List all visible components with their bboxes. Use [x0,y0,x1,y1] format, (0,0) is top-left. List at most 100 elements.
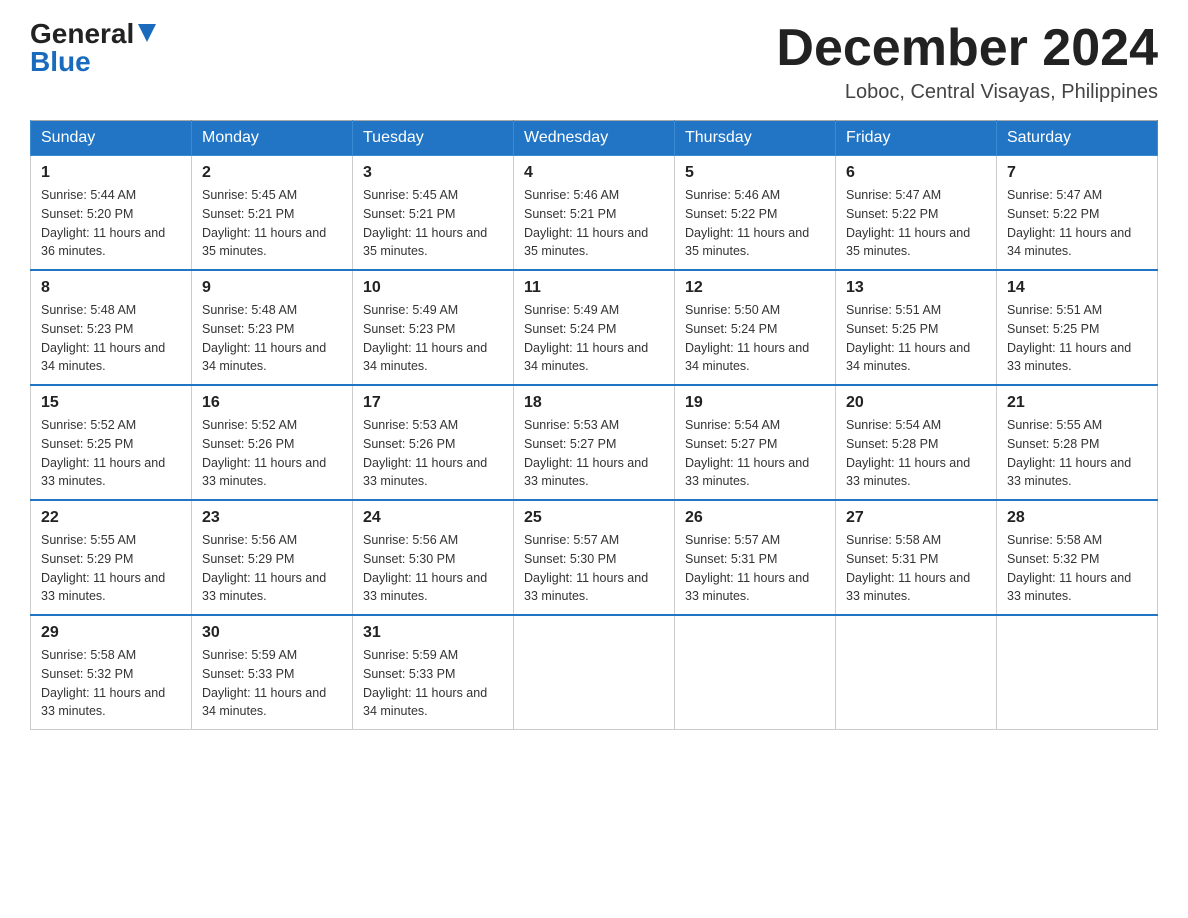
calendar-cell: 11Sunrise: 5:49 AMSunset: 5:24 PMDayligh… [514,270,675,385]
calendar-table: SundayMondayTuesdayWednesdayThursdayFrid… [30,120,1158,730]
calendar-cell [514,615,675,730]
calendar-week-row: 1 Sunrise: 5:44 AMSunset: 5:20 PMDaylight… [31,156,1158,271]
day-info: Sunrise: 5:53 AMSunset: 5:26 PMDaylight:… [363,416,503,491]
day-info: Sunrise: 5:51 AMSunset: 5:25 PMDaylight:… [1007,301,1147,376]
day-number: 3 [363,164,503,182]
day-info: Sunrise: 5:54 AMSunset: 5:28 PMDaylight:… [846,416,986,491]
calendar-week-row: 15Sunrise: 5:52 AMSunset: 5:25 PMDayligh… [31,385,1158,500]
day-info: Sunrise: 5:54 AMSunset: 5:27 PMDaylight:… [685,416,825,491]
calendar-cell: 8Sunrise: 5:48 AMSunset: 5:23 PMDaylight… [31,270,192,385]
column-header-wednesday: Wednesday [514,121,675,156]
day-number: 30 [202,624,342,642]
day-number: 24 [363,509,503,527]
day-number: 5 [685,164,825,182]
day-info: Sunrise: 5:53 AMSunset: 5:27 PMDaylight:… [524,416,664,491]
day-number: 26 [685,509,825,527]
calendar-cell: 18Sunrise: 5:53 AMSunset: 5:27 PMDayligh… [514,385,675,500]
calendar-cell: 2 Sunrise: 5:45 AMSunset: 5:21 PMDaylight… [192,156,353,271]
day-number: 16 [202,394,342,412]
location-text: Loboc, Central Visayas, Philippines [776,81,1158,104]
calendar-cell [675,615,836,730]
day-info: Sunrise: 5:49 AMSunset: 5:24 PMDaylight:… [524,301,664,376]
day-number: 27 [846,509,986,527]
calendar-cell [836,615,997,730]
column-header-sunday: Sunday [31,121,192,156]
day-info: Sunrise: 5:57 AMSunset: 5:30 PMDaylight:… [524,531,664,606]
day-info: Sunrise: 5:58 AMSunset: 5:32 PMDaylight:… [1007,531,1147,606]
day-info: Sunrise: 5:47 AMSunset: 5:22 PMDaylight:… [1007,186,1147,261]
day-info: Sunrise: 5:46 AMSunset: 5:22 PMDaylight:… [685,186,825,261]
day-number: 23 [202,509,342,527]
calendar-cell: 12 Sunrise: 5:50 AMSunset: 5:24 PMDayligh… [675,270,836,385]
day-info: Sunrise: 5:59 AMSunset: 5:33 PMDaylight:… [202,646,342,721]
calendar-cell: 25 Sunrise: 5:57 AMSunset: 5:30 PMDayligh… [514,500,675,615]
calendar-cell: 5 Sunrise: 5:46 AMSunset: 5:22 PMDaylight… [675,156,836,271]
title-section: December 2024 Loboc, Central Visayas, Ph… [776,20,1158,104]
day-number: 17 [363,394,503,412]
column-header-friday: Friday [836,121,997,156]
calendar-cell: 30 Sunrise: 5:59 AMSunset: 5:33 PMDayligh… [192,615,353,730]
day-number: 31 [363,624,503,642]
day-info: Sunrise: 5:45 AMSunset: 5:21 PMDaylight:… [202,186,342,261]
day-info: Sunrise: 5:50 AMSunset: 5:24 PMDaylight:… [685,301,825,376]
day-number: 22 [41,509,181,527]
day-info: Sunrise: 5:46 AMSunset: 5:21 PMDaylight:… [524,186,664,261]
day-number: 10 [363,279,503,297]
day-number: 9 [202,279,342,297]
day-number: 12 [685,279,825,297]
day-info: Sunrise: 5:56 AMSunset: 5:30 PMDaylight:… [363,531,503,606]
calendar-cell: 16Sunrise: 5:52 AMSunset: 5:26 PMDayligh… [192,385,353,500]
calendar-cell: 15Sunrise: 5:52 AMSunset: 5:25 PMDayligh… [31,385,192,500]
day-info: Sunrise: 5:58 AMSunset: 5:31 PMDaylight:… [846,531,986,606]
day-info: Sunrise: 5:48 AMSunset: 5:23 PMDaylight:… [41,301,181,376]
calendar-cell: 4Sunrise: 5:46 AMSunset: 5:21 PMDaylight… [514,156,675,271]
column-header-thursday: Thursday [675,121,836,156]
day-number: 25 [524,509,664,527]
day-number: 1 [41,164,181,182]
calendar-cell: 24 Sunrise: 5:56 AMSunset: 5:30 PMDayligh… [353,500,514,615]
day-number: 6 [846,164,986,182]
calendar-cell [997,615,1158,730]
day-number: 15 [41,394,181,412]
calendar-cell: 31 Sunrise: 5:59 AMSunset: 5:33 PMDayligh… [353,615,514,730]
calendar-cell: 7 Sunrise: 5:47 AMSunset: 5:22 PMDaylight… [997,156,1158,271]
calendar-cell: 17 Sunrise: 5:53 AMSunset: 5:26 PMDayligh… [353,385,514,500]
day-number: 2 [202,164,342,182]
day-info: Sunrise: 5:58 AMSunset: 5:32 PMDaylight:… [41,646,181,721]
day-info: Sunrise: 5:55 AMSunset: 5:28 PMDaylight:… [1007,416,1147,491]
day-number: 21 [1007,394,1147,412]
calendar-cell: 14 Sunrise: 5:51 AMSunset: 5:25 PMDayligh… [997,270,1158,385]
day-info: Sunrise: 5:57 AMSunset: 5:31 PMDaylight:… [685,531,825,606]
logo-general-text: General [30,20,134,48]
calendar-cell: 27 Sunrise: 5:58 AMSunset: 5:31 PMDayligh… [836,500,997,615]
calendar-cell: 20 Sunrise: 5:54 AMSunset: 5:28 PMDayligh… [836,385,997,500]
day-info: Sunrise: 5:44 AMSunset: 5:20 PMDaylight:… [41,186,181,261]
day-number: 20 [846,394,986,412]
day-number: 7 [1007,164,1147,182]
calendar-cell: 23 Sunrise: 5:56 AMSunset: 5:29 PMDayligh… [192,500,353,615]
calendar-cell: 29 Sunrise: 5:58 AMSunset: 5:32 PMDayligh… [31,615,192,730]
day-number: 29 [41,624,181,642]
day-info: Sunrise: 5:47 AMSunset: 5:22 PMDaylight:… [846,186,986,261]
column-header-tuesday: Tuesday [353,121,514,156]
column-header-saturday: Saturday [997,121,1158,156]
column-header-monday: Monday [192,121,353,156]
calendar-cell: 10 Sunrise: 5:49 AMSunset: 5:23 PMDayligh… [353,270,514,385]
day-info: Sunrise: 5:49 AMSunset: 5:23 PMDaylight:… [363,301,503,376]
logo: General Blue [30,20,156,76]
day-info: Sunrise: 5:59 AMSunset: 5:33 PMDaylight:… [363,646,503,721]
day-info: Sunrise: 5:48 AMSunset: 5:23 PMDaylight:… [202,301,342,376]
day-number: 14 [1007,279,1147,297]
calendar-cell: 22Sunrise: 5:55 AMSunset: 5:29 PMDayligh… [31,500,192,615]
page-header: General Blue December 2024 Loboc, Centra… [30,20,1158,104]
calendar-week-row: 29 Sunrise: 5:58 AMSunset: 5:32 PMDayligh… [31,615,1158,730]
day-number: 19 [685,394,825,412]
calendar-week-row: 22Sunrise: 5:55 AMSunset: 5:29 PMDayligh… [31,500,1158,615]
day-number: 13 [846,279,986,297]
day-info: Sunrise: 5:56 AMSunset: 5:29 PMDaylight:… [202,531,342,606]
calendar-cell: 28 Sunrise: 5:58 AMSunset: 5:32 PMDayligh… [997,500,1158,615]
day-number: 28 [1007,509,1147,527]
calendar-cell: 21 Sunrise: 5:55 AMSunset: 5:28 PMDayligh… [997,385,1158,500]
logo-triangle-icon [138,24,156,47]
month-title: December 2024 [776,20,1158,77]
